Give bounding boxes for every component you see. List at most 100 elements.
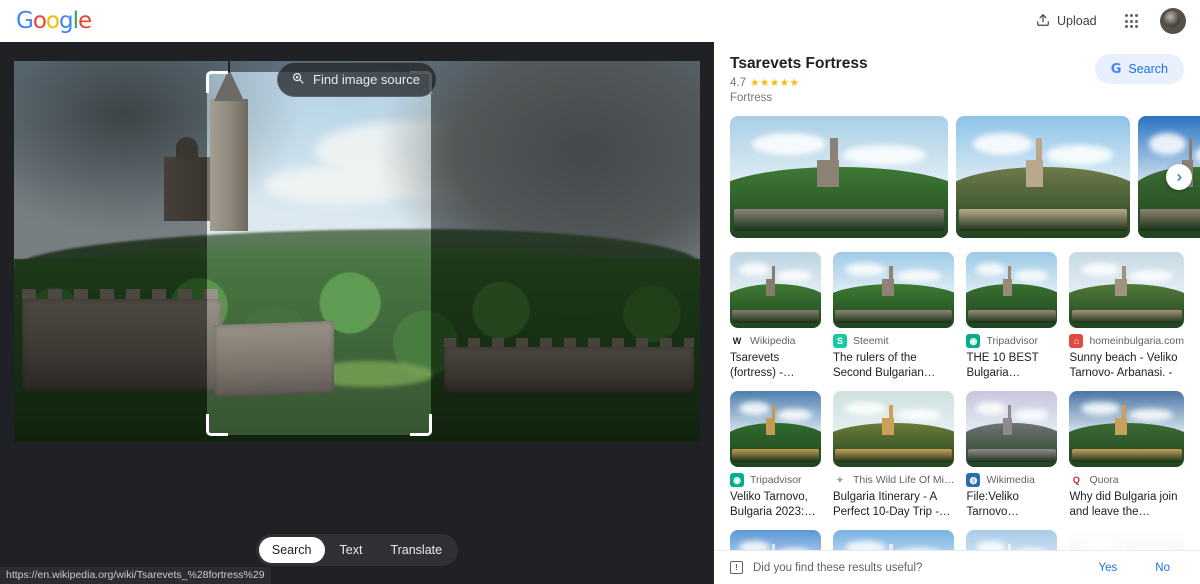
result-card[interactable]: ◍ Wikimedia File:Veliko Tarnovo TodorBozhi… (966, 391, 1058, 520)
top-bar-actions: Upload (1030, 7, 1186, 36)
rating-value: 4.7 (730, 77, 746, 89)
result-thumbnail[interactable] (1069, 252, 1184, 328)
tripadvisor-icon: ◉ (966, 334, 981, 348)
result-title[interactable]: File:Veliko Tarnovo TodorBozhinov (18).J… (966, 490, 1057, 520)
carousel-thumbnail[interactable] (956, 116, 1130, 238)
result-title[interactable]: The rulers of the Second Bulgarian… (833, 351, 955, 381)
result-title[interactable]: THE 10 BEST Bulgaria Campgrounds 2023… (966, 351, 1057, 381)
result-source: Q Quora (1069, 473, 1184, 487)
result-source: ◍ Wikimedia (966, 473, 1057, 487)
result-source: S Steemit (832, 334, 955, 348)
result-title[interactable]: Why did Bulgaria join and leave the Otto… (1069, 490, 1184, 520)
result-thumbnail[interactable] (730, 252, 821, 328)
quora-icon: Q (1069, 473, 1084, 487)
result-source: ◉ Tripadvisor (730, 473, 821, 487)
google-logo[interactable]: Google (16, 9, 92, 33)
result-title[interactable]: Tsarevets (fortress) - Wikipedia (730, 351, 821, 381)
result-card[interactable]: ◉ Tripadvisor THE 10 BEST Bulgaria Campgro… (966, 252, 1058, 381)
carousel-next-button[interactable] (1166, 164, 1192, 190)
result-source: ⌂ homeinbulgaria.com (1069, 334, 1184, 348)
result-card[interactable]: S Steemit The rulers of the Second Bulgari… (832, 252, 955, 381)
apps-grid-icon[interactable] (1119, 8, 1144, 33)
results-grid-scroll[interactable]: W Wikipedia Tsarevets (fortress) - Wikiped… (714, 238, 1200, 550)
crop-handle-bottom-left[interactable] (206, 414, 228, 436)
result-thumbnail[interactable] (730, 391, 821, 467)
status-bar-url: https://en.wikipedia.org/wiki/Tsarevets_… (0, 567, 271, 584)
result-source-name: Steemit (852, 335, 889, 347)
mode-tab-text[interactable]: Text (327, 537, 376, 563)
search-button-label: Search (1128, 62, 1168, 76)
result-source-name: Quora (1089, 474, 1119, 486)
main-body: Find image source Search Text Translate … (0, 42, 1200, 584)
category-label: Fortress (730, 92, 773, 104)
wikimedia-icon: ◍ (966, 473, 981, 487)
result-card[interactable] (730, 530, 821, 550)
find-image-source-button[interactable]: Find image source (277, 62, 437, 97)
result-title[interactable]: Veliko Tarnovo, Bulgaria 2023: Best Plac… (730, 490, 821, 520)
result-source: ◉ Tripadvisor (966, 334, 1057, 348)
feedback-no-link[interactable]: No (1141, 562, 1184, 574)
result-source-name: Wikipedia (750, 335, 796, 347)
carousel-thumbnail[interactable] (730, 116, 948, 238)
photo-stage[interactable] (14, 61, 700, 442)
result-card[interactable]: ✦ This Wild Life Of Mi… Bulgaria Itinerary… (832, 391, 955, 520)
results-grid: W Wikipedia Tsarevets (fortress) - Wikiped… (730, 252, 1184, 550)
result-thumbnail[interactable] (966, 252, 1058, 328)
homeinbulgaria-icon: ⌂ (1069, 334, 1084, 348)
feedback-yes-link[interactable]: Yes (1085, 562, 1132, 574)
result-source-name: This Wild Life Of Mi… (852, 474, 955, 486)
result-thumbnail[interactable] (966, 530, 1058, 550)
result-source-name: homeinbulgaria.com (1089, 335, 1184, 347)
avatar[interactable] (1160, 8, 1186, 34)
sparkle-icon: ✦ (832, 473, 847, 487)
result-thumbnail[interactable] (1069, 530, 1184, 550)
google-g-icon: G (1110, 61, 1122, 77)
result-thumbnail[interactable] (832, 530, 955, 550)
result-card[interactable]: W Wikipedia Tsarevets (fortress) - Wikiped… (730, 252, 821, 381)
wikipedia-icon: W (730, 334, 744, 348)
result-card[interactable] (966, 530, 1058, 550)
top-bar: Google Upload (0, 0, 1200, 42)
crop-handle-bottom-right[interactable] (410, 414, 432, 436)
result-card[interactable] (1069, 530, 1184, 550)
result-card[interactable]: Q Quora Why did Bulgaria join and leave th… (1069, 391, 1184, 520)
result-source-name: Tripadvisor (750, 474, 802, 486)
crop-selection-box[interactable] (206, 71, 432, 436)
result-thumbnail[interactable] (730, 530, 821, 550)
find-image-source-label: Find image source (313, 72, 420, 87)
steemit-icon: S (832, 334, 847, 348)
lens-app: Google Upload Find image source Search T… (0, 0, 1200, 584)
rating-stars: ★★★★★ (750, 76, 800, 89)
result-card[interactable] (832, 530, 955, 550)
result-thumbnail[interactable] (966, 391, 1058, 467)
mode-tab-translate[interactable]: Translate (377, 537, 455, 563)
feedback-text: Did you find these results useful? (753, 561, 923, 574)
upload-label: Upload (1057, 14, 1097, 28)
upload-button[interactable]: Upload (1030, 7, 1103, 36)
image-viewer: Find image source Search Text Translate … (0, 42, 714, 584)
mode-selector-wrap: Search Text Translate (0, 534, 714, 566)
feedback-bar: ! Did you find these results useful? Yes… (714, 550, 1200, 584)
result-source: ✦ This Wild Life Of Mi… (832, 473, 955, 487)
result-source-name: Tripadvisor (986, 335, 1039, 347)
page-title: Tsarevets Fortress (730, 55, 868, 72)
result-card[interactable]: ⌂ homeinbulgaria.com Sunny beach - Veliko … (1069, 252, 1184, 381)
result-thumbnail[interactable] (832, 252, 955, 328)
result-title[interactable]: Sunny beach - Veliko Tarnovo- Arbanasi. … (1069, 351, 1184, 381)
image-carousel[interactable] (730, 116, 1200, 238)
result-thumbnail[interactable] (1069, 391, 1184, 467)
lens-search-icon (291, 71, 305, 88)
tripadvisor-icon: ◉ (730, 473, 744, 487)
result-title[interactable]: Bulgaria Itinerary - A Perfect 10-Day Tr… (833, 490, 955, 520)
mode-tab-search[interactable]: Search (258, 537, 325, 563)
results-header: Tsarevets Fortress 4.7 ★★★★★ Fortress G … (714, 42, 1200, 108)
result-source-name: Wikimedia (986, 474, 1035, 486)
mode-selector: Search Text Translate (255, 534, 459, 566)
find-image-source-wrap: Find image source (0, 62, 714, 97)
feedback-icon: ! (730, 561, 743, 574)
search-button[interactable]: G Search (1094, 54, 1184, 84)
result-thumbnail[interactable] (832, 391, 955, 467)
rating: 4.7 ★★★★★ (730, 77, 868, 89)
result-card[interactable]: ◉ Tripadvisor Veliko Tarnovo, Bulgaria 202… (730, 391, 821, 520)
carousel-track (730, 116, 1200, 238)
